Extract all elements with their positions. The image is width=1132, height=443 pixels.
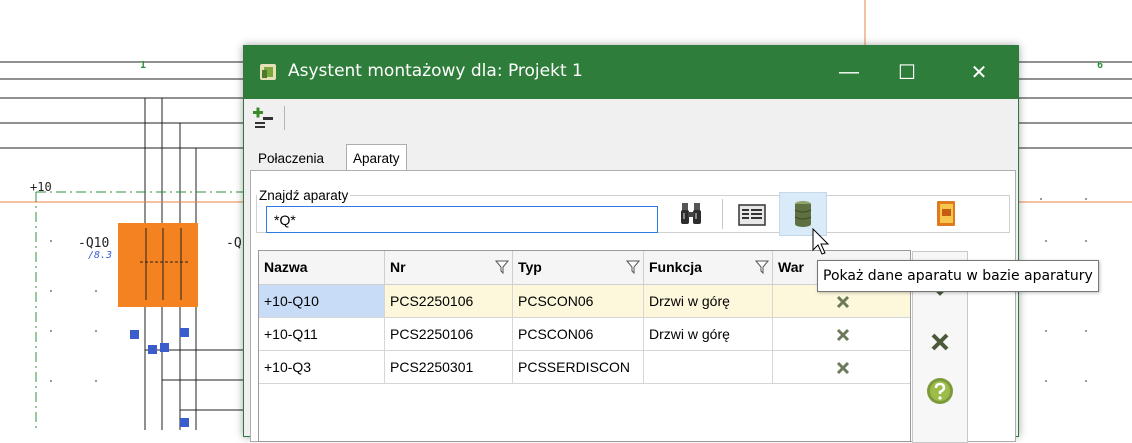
cell-war — [773, 318, 910, 351]
help-icon[interactable] — [926, 377, 954, 405]
search-group-label: Znajdź aparaty — [257, 188, 351, 203]
mouse-cursor-icon — [812, 228, 830, 255]
app-icon — [260, 64, 276, 80]
header-typ[interactable]: Typ — [513, 251, 644, 284]
filter-icon-nr[interactable] — [495, 260, 509, 274]
header-nazwa[interactable]: Nazwa — [259, 251, 385, 284]
table-row[interactable]: +10-Q10 PCS2250106 PCSCON06 Drzwi w górę — [259, 285, 910, 318]
header-funkcja[interactable]: Funkcja — [644, 251, 773, 284]
binoculars-icon[interactable] — [680, 201, 702, 227]
close-button[interactable]: ✕ — [956, 46, 1002, 99]
tab-devices[interactable]: Aparaty — [346, 144, 407, 173]
column-label-1: 1 — [140, 60, 147, 71]
status-x-icon — [836, 295, 850, 309]
filter-icon-funkcja[interactable] — [755, 260, 769, 274]
cell-nazwa: +10-Q10 — [259, 285, 385, 318]
cell-war — [773, 351, 910, 384]
cell-funkcja: Drzwi w górę — [644, 285, 773, 318]
devices-table[interactable]: Nazwa Nr Typ Funkcja War +10-Q10 PCS2250… — [258, 250, 911, 442]
tab-connections[interactable]: Połaczenia — [258, 147, 324, 171]
device-label: -Q10 — [78, 236, 110, 251]
toolbar — [244, 99, 1018, 135]
report-icon[interactable] — [935, 200, 957, 228]
table-row[interactable]: +10-Q11 PCS2250106 PCSCON06 Drzwi w górę — [259, 318, 910, 351]
table-row[interactable]: +10-Q3 PCS2250301 PCSSERDISCON — [259, 351, 910, 384]
minimize-button[interactable]: — — [826, 46, 872, 99]
maximize-button[interactable]: ☐ — [884, 46, 930, 99]
add-remove-icon[interactable] — [251, 105, 277, 131]
toolbar-separator — [284, 106, 285, 130]
cell-nr: PCS2250301 — [385, 351, 513, 384]
assembly-assistant-window[interactable]: Asystent montażowy dla: Projekt 1 — ☐ ✕ … — [243, 45, 1019, 443]
delete-icon[interactable] — [930, 332, 950, 352]
maximize-icon: ☐ — [898, 62, 916, 84]
column-label-6: 6 — [1097, 60, 1104, 71]
cell-nazwa: +10-Q11 — [259, 318, 385, 351]
close-icon: ✕ — [970, 62, 988, 84]
header-nr[interactable]: Nr — [385, 251, 513, 284]
search-input[interactable] — [266, 206, 658, 233]
device-highlight[interactable] — [118, 223, 198, 307]
cell-nr: PCS2250106 — [385, 318, 513, 351]
list-view-icon[interactable] — [738, 204, 766, 226]
device-reference: /8.3 — [88, 250, 113, 261]
cell-nr: PCS2250106 — [385, 285, 513, 318]
window-title: Asystent montażowy dla: Projekt 1 — [288, 61, 583, 81]
location-marker: +10 — [30, 180, 52, 194]
cell-typ: PCSCON06 — [513, 285, 644, 318]
minimize-icon: — — [839, 61, 859, 83]
toolbar-separator-2 — [722, 199, 723, 229]
cell-typ: PCSSERDISCON — [513, 351, 644, 384]
database-icon — [794, 201, 812, 227]
cell-funkcja — [644, 351, 773, 384]
status-x-icon — [836, 328, 850, 342]
database-tooltip: Pokaż dane aparatu w bazie aparatury — [817, 260, 1099, 292]
cell-funkcja: Drzwi w górę — [644, 318, 773, 351]
filter-icon-typ[interactable] — [626, 260, 640, 274]
status-x-icon — [836, 361, 850, 375]
device-label-partial: -Q — [226, 236, 242, 251]
title-bar[interactable]: Asystent montażowy dla: Projekt 1 — ☐ ✕ — [244, 46, 1018, 99]
cell-nazwa: +10-Q3 — [259, 351, 385, 384]
cell-typ: PCSCON06 — [513, 318, 644, 351]
